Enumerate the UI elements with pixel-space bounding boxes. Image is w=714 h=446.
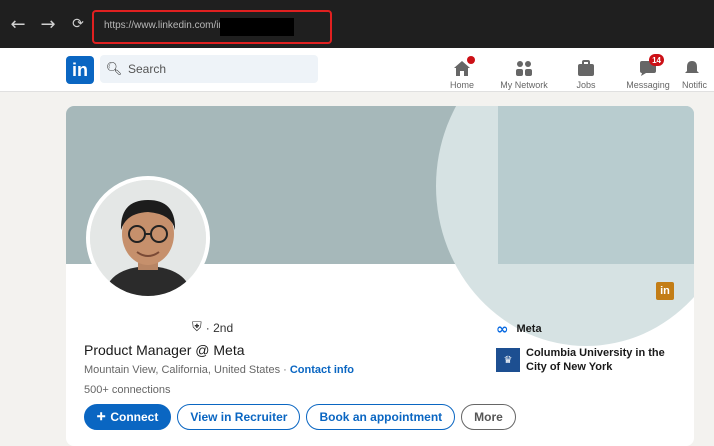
messaging-icon: 14 [638,54,664,77]
degree-label: · 2nd [205,320,234,335]
profile-headline: Product Manager @ Meta [84,342,245,358]
contact-info-link[interactable]: Contact info [290,364,354,376]
nav-home[interactable]: Home [448,52,476,90]
connection-degree: ⛨ · 2nd [192,320,233,335]
nav-label-my-network: My Network [500,80,548,90]
verified-shield-icon[interactable]: ⛨ [192,320,202,335]
location-text: Mountain View, California, United States… [84,364,287,376]
profile-action-buttons: ➕︎ Connect View in Recruiter Book an app… [84,404,516,430]
profile-location: Mountain View, California, United States… [84,364,354,376]
columbia-crown-icon: ♛ [496,348,520,372]
nav-label-notifications: Notific [682,80,708,90]
view-in-recruiter-button[interactable]: View in Recruiter [177,404,301,430]
home-badge-dot [467,56,475,64]
bell-icon [682,59,702,77]
company-name: Meta [516,323,542,335]
network-icon [514,59,534,77]
connect-label: Connect [110,410,159,424]
forward-arrow-icon[interactable]: → [36,12,60,36]
url-bar[interactable]: https://www.linkedin.com/in/ [92,10,332,44]
school-name: Columbia University in the City of New Y… [526,347,665,373]
nav-my-network[interactable]: My Network [496,52,552,90]
browser-toolbar: ← → ⟳ https://www.linkedin.com/in/ [0,0,714,48]
profile-avatar[interactable] [86,176,210,300]
nav-jobs[interactable]: Jobs [572,52,600,90]
book-appointment-button[interactable]: Book an appointment [306,404,456,430]
profile-card: in ⛨ · 2nd Product Manager @ Meta Mounta… [66,106,694,446]
refresh-icon[interactable]: ⟳ [66,12,90,36]
search-input[interactable] [128,62,308,76]
connect-button[interactable]: ➕︎ Connect [84,404,172,430]
messaging-badge: 14 [649,54,664,66]
nav-label-messaging: Messaging [626,80,670,90]
linkedin-header: in 🔍︎ Home My Network Jobs 14 Messaging [0,48,714,92]
search-bar[interactable]: 🔍︎ [100,55,318,83]
search-icon: 🔍︎ [105,61,123,77]
linkedin-premium-badge[interactable]: in [656,282,674,300]
nav-label-home: Home [449,80,474,90]
url-text: https://www.linkedin.com/in/ [104,20,227,31]
more-button[interactable]: More [461,404,516,430]
current-company[interactable]: ∞ Meta [496,320,542,338]
banner-right-panel [498,106,694,264]
linkedin-logo[interactable]: in [66,56,94,84]
redacted-url-segment [220,18,294,36]
nav-notifications[interactable]: Notific [682,52,714,90]
back-arrow-icon[interactable]: ← [6,12,30,36]
nav-label-jobs: Jobs [576,80,596,90]
home-icon [452,56,475,77]
nav-messaging[interactable]: 14 Messaging [622,52,674,90]
meta-logo-icon: ∞ [496,320,509,338]
person-plus-icon: ➕︎ [97,410,106,423]
connections-count[interactable]: 500+ connections [84,384,171,396]
briefcase-icon [576,59,596,77]
education-school[interactable]: ♛ Columbia University in the City of New… [496,346,686,374]
